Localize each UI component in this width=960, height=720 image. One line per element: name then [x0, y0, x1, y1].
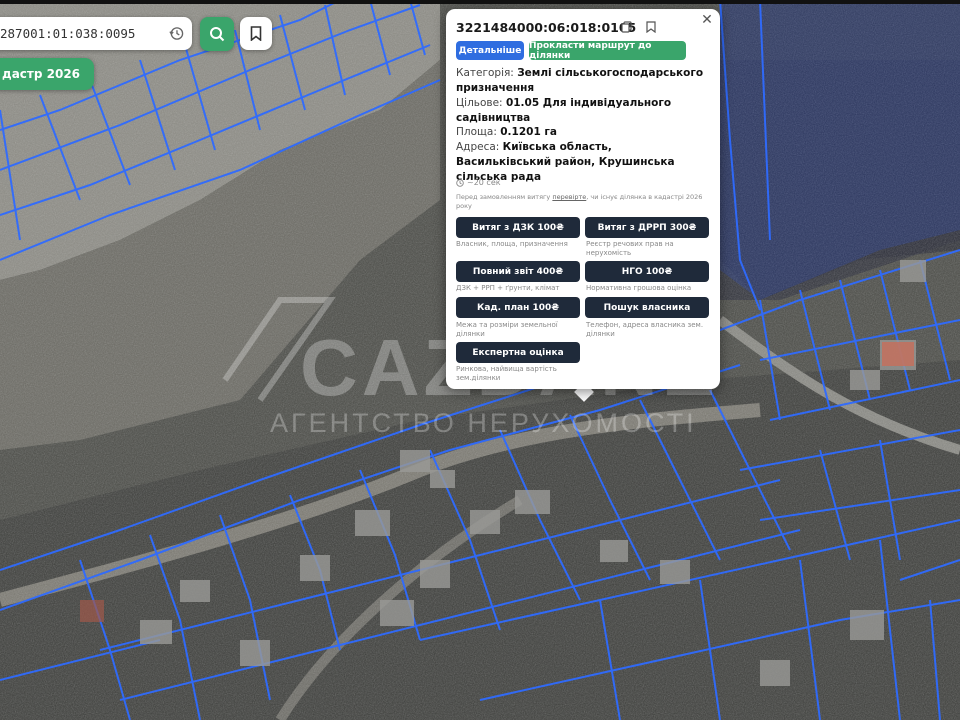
- top-edge-bar: [0, 0, 960, 4]
- details-button[interactable]: Детальніше: [456, 41, 524, 60]
- search-icon: [210, 27, 225, 42]
- order-drrp-desc: Реєстр речових прав на нерухомість: [586, 240, 674, 257]
- copy-icon[interactable]: [621, 21, 632, 33]
- check-note: Перед замовленням витягу перевірте, чи і…: [456, 193, 711, 211]
- history-icon[interactable]: [169, 26, 184, 41]
- order-ngo-desc: Нормативна грошова оцінка: [586, 284, 692, 292]
- address-label: Адреса:: [456, 141, 500, 153]
- owner-search-desc: Телефон, адреса власника зем. ділянки: [586, 321, 704, 338]
- category-row: Категорія: Землі сільськогосподарського …: [456, 66, 706, 96]
- order-dzk-button[interactable]: Витяг з ДЗК 100₴: [456, 217, 580, 238]
- expert-valuation-desc: Ринкова, найвища вартість зем.ділянки: [456, 365, 557, 382]
- bookmark-button[interactable]: [240, 17, 272, 50]
- order-cad-plan-desc: Межа та розміри земельної ділянки: [456, 321, 558, 338]
- search-box: [0, 17, 192, 50]
- bookmark-icon: [250, 26, 262, 41]
- order-ngo-button[interactable]: НГО 100₴: [585, 261, 709, 282]
- area-row: Площа: 0.1201 га: [456, 125, 706, 140]
- bookmark-icon[interactable]: [646, 21, 656, 33]
- watermark-tagline: АГЕНТСТВО НЕРУХОМОСТІ: [270, 408, 697, 438]
- order-cad-plan-button[interactable]: Кад. план 100₴: [456, 297, 580, 318]
- route-button[interactable]: Прокласти маршрут до ділянки: [529, 41, 686, 61]
- category-label: Категорія:: [456, 67, 514, 79]
- order-full-report-desc: ДЗК + РРП + ґрунти, клімат: [456, 284, 560, 292]
- purpose-label: Цільове:: [456, 97, 503, 109]
- order-dzk-desc: Власник, площа, призначення: [456, 240, 568, 248]
- clock-icon: [456, 178, 464, 187]
- order-drrp-button[interactable]: Витяг з ДРРП 300₴: [585, 217, 709, 238]
- purpose-row: Цільове: 01.05 Для індивідуального садів…: [456, 96, 706, 126]
- parcel-popup: ✕ 3221484000:06:018:0105 Детальніше Прок…: [446, 9, 720, 389]
- search-button[interactable]: [200, 17, 234, 51]
- order-full-report-button[interactable]: Повний звіт 400₴: [456, 261, 580, 282]
- timer-text: ~20 сек: [467, 178, 501, 187]
- area-value: 0.1201 га: [500, 126, 557, 138]
- expert-valuation-button[interactable]: Експертна оцінка: [456, 342, 580, 363]
- search-input[interactable]: [0, 25, 167, 42]
- owner-search-button[interactable]: Пошук власника: [585, 297, 709, 318]
- cadastral-number: 3221484000:06:018:0105: [456, 20, 637, 35]
- area-label: Площа:: [456, 126, 497, 138]
- note-check-link[interactable]: перевірте: [552, 193, 586, 201]
- close-icon[interactable]: ✕: [699, 12, 715, 28]
- kadastr-2026-chip[interactable]: дастр 2026: [0, 58, 95, 90]
- note-before: Перед замовленням витягу: [456, 193, 551, 201]
- timer: ~20 сек: [456, 178, 501, 187]
